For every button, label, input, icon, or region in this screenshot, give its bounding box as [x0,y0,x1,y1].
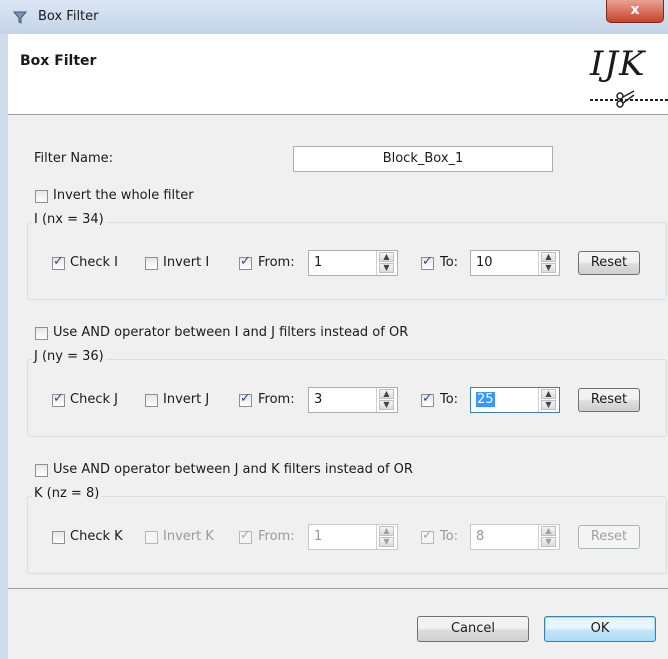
reset-j-button[interactable]: Reset [578,388,640,412]
filter-name-input[interactable]: Block_Box_1 [293,146,553,172]
scissors-icon [590,90,668,108]
from-k-spinner: 1 ▲ ▼ [308,524,398,550]
from-j-spinner[interactable]: 3 ▲ ▼ [308,387,398,413]
cancel-button[interactable]: Cancel [417,616,529,642]
to-j-label: To: [440,392,459,407]
group-k-legend: K (nz = 8) [32,486,102,501]
from-i-checkbox[interactable] [239,254,252,270]
filter-name-label: Filter Name: [34,151,114,166]
arrow-up-icon[interactable]: ▲ [541,252,556,262]
footer-divider [8,588,668,589]
to-k-checkbox [421,528,434,544]
from-j-label: From: [258,392,295,407]
from-i-label: From: [258,255,295,270]
invert-whole-label: Invert the whole filter [53,188,194,203]
invert-whole-checkbox[interactable] [35,190,48,203]
group-j-legend: J (ny = 36) [32,349,106,364]
arrow-down-icon[interactable]: ▼ [541,263,556,273]
group-i-legend: I (nx = 34) [32,212,106,227]
check-j-label: Check J [70,392,118,407]
arrow-down-icon[interactable]: ▼ [541,400,556,410]
close-button[interactable]: x [606,0,664,23]
invert-i-label: Invert I [163,255,210,270]
title-bar: Box Filter x [0,0,668,34]
and-ij-checkbox[interactable] [35,327,48,340]
from-k-label: From: [258,529,295,544]
from-k-checkbox [239,528,252,544]
to-j-checkbox[interactable] [421,391,434,407]
check-j-checkbox[interactable] [52,391,65,407]
to-i-value: 10 [476,255,493,270]
check-i-checkbox[interactable] [52,254,65,270]
filter-icon [12,9,28,25]
from-i-value: 1 [314,255,323,270]
and-jk-checkbox[interactable] [35,464,48,477]
to-j-value: 25 [476,392,495,407]
arrow-down-icon[interactable]: ▼ [379,263,394,273]
close-icon: x [630,2,640,18]
ok-button[interactable]: OK [544,616,656,642]
arrow-up-icon[interactable]: ▲ [379,389,394,399]
invert-j-label: Invert J [163,392,210,407]
and-jk-label: Use AND operator between J and K filters… [53,462,413,477]
dialog-body: Box Filter IJK Filter Name: Block_Box_1 … [8,34,668,659]
and-ij-label: Use AND operator between I and J filters… [53,325,409,340]
invert-k-checkbox [145,531,158,544]
invert-i-checkbox[interactable] [145,257,158,270]
arrow-down-icon: ▼ [541,537,556,547]
dialog-header: Box Filter IJK [8,34,668,115]
arrow-up-icon: ▲ [541,526,556,536]
arrow-up-icon[interactable]: ▲ [541,389,556,399]
page-title: Box Filter [20,53,97,69]
to-i-spinner[interactable]: 10 ▲ ▼ [470,250,560,276]
invert-k-label: Invert K [163,529,214,544]
to-k-spinner: 8 ▲ ▼ [470,524,560,550]
from-k-value: 1 [314,529,323,544]
from-i-spinner[interactable]: 1 ▲ ▼ [308,250,398,276]
arrow-up-icon: ▲ [379,526,394,536]
check-k-label: Check K [70,529,123,544]
window-title: Box Filter [38,9,99,24]
arrow-down-icon[interactable]: ▼ [379,400,394,410]
check-k-checkbox[interactable] [52,531,65,544]
reset-i-button[interactable]: Reset [578,251,640,275]
check-i-label: Check I [70,255,118,270]
invert-j-checkbox[interactable] [145,394,158,407]
logo-text: IJK [590,44,646,84]
from-j-checkbox[interactable] [239,391,252,407]
arrow-down-icon: ▼ [379,537,394,547]
to-k-value: 8 [476,529,485,544]
ijk-logo: IJK [590,44,668,108]
to-i-label: To: [440,255,459,270]
arrow-up-icon[interactable]: ▲ [379,252,394,262]
reset-k-button: Reset [578,525,640,549]
to-k-label: To: [440,529,459,544]
to-j-spinner[interactable]: 25 ▲ ▼ [470,387,560,413]
from-j-value: 3 [314,392,323,407]
to-i-checkbox[interactable] [421,254,434,270]
